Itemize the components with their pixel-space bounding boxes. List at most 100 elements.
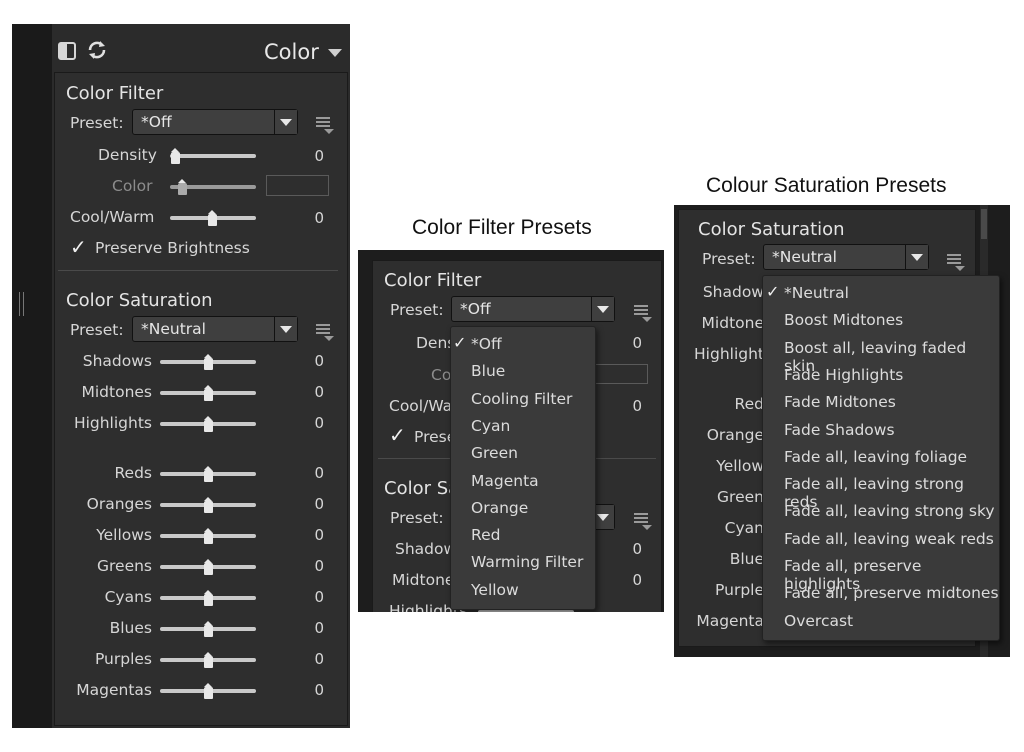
menu-item-magenta[interactable]: Magenta [471, 472, 539, 490]
menu-item-green[interactable]: Green [471, 444, 518, 462]
highlights-slider-thumb[interactable] [204, 416, 213, 432]
highlights-value: 0 [314, 414, 324, 432]
collapse-triangle-icon[interactable] [328, 49, 342, 57]
density-value: 0 [314, 147, 324, 165]
greens-slider-thumb[interactable] [204, 559, 213, 575]
section-title-color-filter: Color Filter [384, 270, 482, 291]
shadows-value: 0 [632, 540, 642, 558]
shadows-label: Shadow [395, 540, 457, 558]
midtones-slider-thumb[interactable] [204, 385, 213, 401]
scrollbar-thumb[interactable] [981, 209, 987, 239]
menu-item-cyan[interactable]: Cyan [471, 417, 510, 435]
greens-label: Greens [96, 557, 152, 575]
menu-item-neutral[interactable]: *Neutral [784, 284, 849, 302]
color-filter-preset-menu: ✓ *Off Blue Cooling Filter Cyan Green Magenta… [450, 326, 596, 610]
panel-title: Color [264, 40, 319, 64]
magenta-label: Magenta [696, 612, 764, 630]
preserve-brightness-checkbox[interactable]: ✓ [70, 235, 87, 259]
magentas-value: 0 [314, 681, 324, 699]
color-swatch[interactable] [266, 175, 329, 196]
purples-slider-thumb[interactable] [204, 652, 213, 668]
cyans-slider-thumb[interactable] [204, 590, 213, 606]
color-saturation-preset-select[interactable]: *Neutral [763, 244, 929, 270]
density-slider-track[interactable] [170, 154, 256, 158]
shadows-slider-thumb[interactable] [204, 354, 213, 370]
yellows-label: Yellows [96, 526, 152, 544]
chevron-down-icon[interactable] [591, 297, 614, 321]
menu-item-fade-all-preserve-midtones[interactable]: Fade all, preserve midtones [784, 584, 999, 602]
menu-item-off[interactable]: *Off [471, 335, 502, 353]
menu-item-red[interactable]: Red [471, 526, 500, 544]
chevron-down-icon[interactable] [905, 245, 928, 269]
options-menu-icon[interactable] [634, 305, 652, 322]
color-saturation-preset-select[interactable]: *Neutral [132, 316, 298, 342]
magentas-label: Magentas [76, 681, 152, 699]
divider [58, 270, 338, 271]
coolwarm-slider-thumb[interactable] [208, 210, 217, 226]
purple-label: Purple [715, 581, 764, 599]
cyans-label: Cyans [104, 588, 152, 606]
menu-item-cooling-filter[interactable]: Cooling Filter [471, 390, 572, 408]
yellow-label: Yellow [716, 457, 764, 475]
greens-value: 0 [314, 557, 324, 575]
blues-slider-thumb[interactable] [204, 621, 213, 637]
cyans-value: 0 [314, 588, 324, 606]
oranges-label: Oranges [86, 495, 152, 513]
options-menu-icon[interactable] [947, 254, 965, 271]
color-filter-preset-select[interactable]: *Off [451, 296, 615, 322]
coolwarm-value: 0 [632, 397, 642, 415]
menu-item-fade-all-leaving-foliage[interactable]: Fade all, leaving foliage [784, 448, 967, 466]
magentas-slider-thumb[interactable] [204, 683, 213, 699]
coolwarm-label: Cool/Wa [389, 397, 453, 415]
menu-item-orange[interactable]: Orange [471, 499, 528, 517]
menu-item-blue[interactable]: Blue [471, 362, 505, 380]
oranges-slider-thumb[interactable] [204, 497, 213, 513]
menu-item-fade-all-leaving-weak-reds[interactable]: Fade all, leaving weak reds [784, 530, 994, 548]
options-menu-icon[interactable] [316, 117, 334, 134]
yellows-slider-thumb[interactable] [204, 528, 213, 544]
chevron-down-icon[interactable] [274, 317, 297, 341]
midtones-value: 0 [632, 571, 642, 589]
reset-icon[interactable] [86, 39, 108, 61]
midtones-label: Midtone [392, 571, 455, 589]
preset-value: *Off [141, 113, 172, 131]
color-label: Co [431, 366, 452, 384]
shadow-label: Shadow [702, 283, 764, 301]
red-label: Red [734, 395, 764, 413]
section-title-color-saturation: Color Sa [384, 478, 460, 499]
menu-item-yellow[interactable]: Yellow [471, 581, 519, 599]
reds-value: 0 [314, 464, 324, 482]
panel-toggle-icon[interactable] [58, 42, 76, 60]
density-slider-thumb[interactable] [171, 148, 180, 164]
color-label: Color [112, 177, 153, 195]
shadows-value: 0 [314, 352, 324, 370]
color-swatch[interactable] [588, 364, 648, 384]
preset-value: *Neutral [772, 248, 837, 266]
panel-body: Color Color Filter Preset: *Off Density … [52, 24, 350, 728]
reds-slider-thumb[interactable] [204, 466, 213, 482]
coolwarm-label: Cool/Warm [70, 208, 155, 226]
menu-item-fade-all-leaving-strong-sky[interactable]: Fade all, leaving strong sky [784, 502, 995, 520]
menu-item-boost-midtones[interactable]: Boost Midtones [784, 311, 903, 329]
options-menu-icon[interactable] [316, 324, 334, 341]
section-title-color-saturation: Color Saturation [66, 290, 213, 311]
menu-item-overcast[interactable]: Overcast [784, 612, 853, 630]
purples-value: 0 [314, 650, 324, 668]
preset-value: *Neutral [141, 320, 206, 338]
coolwarm-value: 0 [314, 209, 324, 227]
resize-grip-icon[interactable] [19, 292, 24, 316]
menu-item-fade-shadows[interactable]: Fade Shadows [784, 421, 895, 439]
highlights-slider-track[interactable] [478, 610, 574, 612]
preserve-brightness-checkbox[interactable]: ✓ [389, 423, 406, 447]
preset-label: Preset: [70, 321, 124, 339]
midtone-label: Midtone [701, 314, 764, 332]
chevron-down-icon[interactable] [274, 110, 297, 134]
panel-gutter [12, 24, 52, 728]
color-filter-preset-select[interactable]: *Off [132, 109, 298, 135]
menu-item-fade-highlights[interactable]: Fade Highlights [784, 366, 903, 384]
menu-item-fade-midtones[interactable]: Fade Midtones [784, 393, 896, 411]
menu-item-warming-filter[interactable]: Warming Filter [471, 553, 583, 571]
options-menu-icon[interactable] [634, 513, 652, 530]
reds-label: Reds [114, 464, 152, 482]
color-slider-thumb[interactable] [178, 179, 187, 195]
